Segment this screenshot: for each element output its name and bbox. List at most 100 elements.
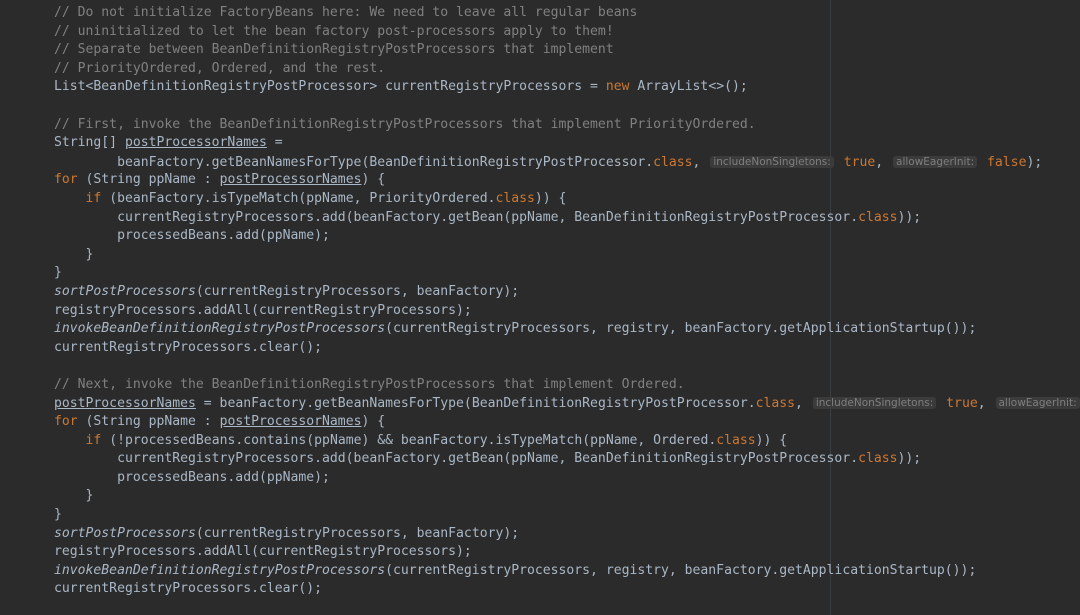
code-text: processedBeans.add(ppName); xyxy=(54,469,330,485)
code-text: beanFactory.getBeanNamesForType(BeanDefi… xyxy=(54,154,654,170)
code-comment: // Separate between BeanDefinitionRegist… xyxy=(54,42,614,58)
code-line[interactable]: currentRegistryProcessors.add(beanFactor… xyxy=(54,209,1080,228)
code-text: } xyxy=(54,507,62,523)
code-keyword: class xyxy=(755,396,796,412)
code-text: = beanFactory.getBeanNamesForType(BeanDe… xyxy=(195,396,756,412)
code-area[interactable]: // Do not initialize FactoryBeans here: … xyxy=(54,4,1080,599)
code-line[interactable]: sortPostProcessors(currentRegistryProces… xyxy=(54,283,1080,302)
code-text: (currentRegistryProcessors, registry, be… xyxy=(385,321,977,337)
code-line[interactable]: // Next, invoke the BeanDefinitionRegist… xyxy=(54,376,1080,395)
code-keyword: true xyxy=(946,396,978,412)
code-keyword: for xyxy=(54,172,78,188)
code-line[interactable]: // First, invoke the BeanDefinitionRegis… xyxy=(54,116,1080,135)
code-line[interactable]: for (String ppName : postProcessorNames)… xyxy=(54,171,1080,190)
code-keyword: new xyxy=(605,79,630,95)
code-line[interactable]: currentRegistryProcessors.clear(); xyxy=(54,339,1080,358)
code-method-call: sortPostProcessors xyxy=(54,283,196,299)
code-method-call: sortPostProcessors xyxy=(54,525,196,541)
code-text: ArrayList<>(); xyxy=(629,79,748,95)
code-line[interactable]: sortPostProcessors(currentRegistryProces… xyxy=(54,525,1080,544)
code-line[interactable]: invokeBeanDefinitionRegistryPostProcesso… xyxy=(54,562,1080,581)
code-text: (beanFactory.isTypeMatch(ppName, Priorit… xyxy=(101,190,496,206)
code-comment: // PriorityOrdered, Ordered, and the res… xyxy=(54,60,386,76)
code-line[interactable]: String[] postProcessorNames = xyxy=(54,134,1080,153)
code-line[interactable]: List<BeanDefinitionRegistryPostProcessor… xyxy=(54,78,1080,97)
code-text: currentRegistryProcessors.clear(); xyxy=(54,581,323,597)
code-line[interactable]: } xyxy=(54,264,1080,283)
code-line[interactable] xyxy=(54,357,1080,376)
code-text: List<BeanDefinitionRegistryPostProcessor… xyxy=(54,79,606,95)
code-line[interactable]: } xyxy=(54,246,1080,265)
code-line[interactable]: registryProcessors.addAll(currentRegistr… xyxy=(54,543,1080,562)
code-method-call: invokeBeanDefinitionRegistryPostProcesso… xyxy=(54,562,386,578)
code-text: (currentRegistryProcessors, registry, be… xyxy=(385,562,977,578)
code-comment: // First, invoke the BeanDefinitionRegis… xyxy=(54,116,756,132)
code-line[interactable]: } xyxy=(54,506,1080,525)
code-variable: postProcessorNames xyxy=(219,414,362,430)
code-comment: // Next, invoke the BeanDefinitionRegist… xyxy=(54,376,685,392)
code-text: currentRegistryProcessors.add(beanFactor… xyxy=(54,451,859,467)
code-line[interactable]: registryProcessors.addAll(currentRegistr… xyxy=(54,302,1080,321)
code-keyword: class xyxy=(716,432,756,448)
code-text: ); xyxy=(1026,154,1043,170)
code-text: , xyxy=(875,154,892,170)
code-keyword: class xyxy=(653,154,693,170)
code-line[interactable]: currentRegistryProcessors.clear(); xyxy=(54,580,1080,599)
code-line[interactable]: // uninitialized to let the bean factory… xyxy=(54,23,1080,42)
code-text: currentRegistryProcessors.add(beanFactor… xyxy=(54,209,859,225)
code-line[interactable]: // PriorityOrdered, Ordered, and the res… xyxy=(54,60,1080,79)
code-variable: postProcessorNames xyxy=(124,135,267,151)
code-text: ) { xyxy=(361,172,386,188)
code-text: )); xyxy=(897,209,922,225)
code-line[interactable]: } xyxy=(54,487,1080,506)
code-text: } xyxy=(54,488,94,504)
code-keyword: false xyxy=(987,154,1027,170)
code-line[interactable] xyxy=(54,97,1080,116)
code-line[interactable]: // Do not initialize FactoryBeans here: … xyxy=(54,4,1080,23)
code-text: registryProcessors.addAll(currentRegistr… xyxy=(54,544,472,560)
code-method-call: invokeBeanDefinitionRegistryPostProcesso… xyxy=(54,321,386,337)
code-variable: postProcessorNames xyxy=(219,172,362,188)
code-text: } xyxy=(54,246,94,262)
code-comment: // uninitialized to let the bean factory… xyxy=(54,23,614,39)
code-keyword: class xyxy=(858,209,898,225)
code-editor[interactable]: // Do not initialize FactoryBeans here: … xyxy=(0,0,1080,615)
code-keyword: true xyxy=(843,154,876,170)
code-text: )) { xyxy=(534,190,567,206)
parameter-hint: allowEagerInit: xyxy=(893,155,978,168)
code-text: String[] xyxy=(54,135,125,151)
code-line[interactable]: postProcessorNames = beanFactory.getBean… xyxy=(54,394,1080,413)
code-keyword: for xyxy=(54,414,78,430)
code-text: )) { xyxy=(755,432,788,448)
code-line[interactable]: invokeBeanDefinitionRegistryPostProcesso… xyxy=(54,320,1080,339)
code-text: (currentRegistryProcessors, beanFactory)… xyxy=(195,283,520,299)
parameter-hint: includeNonSingletons: xyxy=(812,397,937,410)
code-line[interactable]: currentRegistryProcessors.add(beanFactor… xyxy=(54,450,1080,469)
code-line[interactable]: // Separate between BeanDefinitionRegist… xyxy=(54,41,1080,60)
code-text: (String ppName : xyxy=(77,172,220,188)
code-text: } xyxy=(54,265,62,281)
code-text: , xyxy=(795,396,811,412)
parameter-hint: includeNonSingletons: xyxy=(710,155,834,168)
code-text: , xyxy=(692,154,709,170)
code-text: , xyxy=(977,396,994,412)
code-keyword: if xyxy=(85,432,102,448)
code-variable: postProcessorNames xyxy=(54,396,196,412)
code-keyword: if xyxy=(85,190,102,206)
code-comment: // Do not initialize FactoryBeans here: … xyxy=(54,5,638,20)
code-text: )); xyxy=(897,451,922,467)
code-line[interactable]: processedBeans.add(ppName); xyxy=(54,469,1080,488)
code-line[interactable]: processedBeans.add(ppName); xyxy=(54,227,1080,246)
code-line[interactable]: for (String ppName : postProcessorNames)… xyxy=(54,413,1080,432)
code-text: ) { xyxy=(361,414,386,430)
code-line[interactable]: if (beanFactory.isTypeMatch(ppName, Prio… xyxy=(54,190,1080,209)
code-text: (currentRegistryProcessors, beanFactory)… xyxy=(195,525,520,541)
parameter-hint: allowEagerInit: xyxy=(995,397,1080,410)
code-line[interactable]: beanFactory.getBeanNamesForType(BeanDefi… xyxy=(54,153,1080,172)
code-line[interactable]: if (!processedBeans.contains(ppName) && … xyxy=(54,432,1080,451)
